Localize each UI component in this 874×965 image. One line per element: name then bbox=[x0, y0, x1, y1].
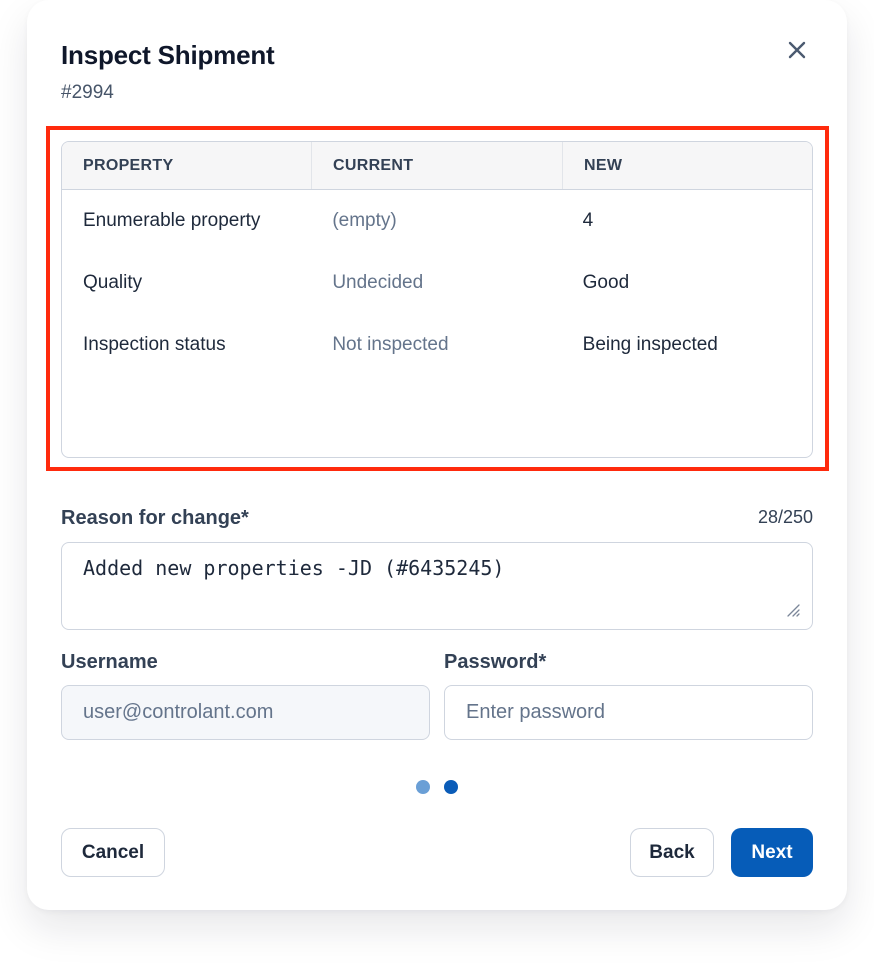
table-row: Inspection status Not inspected Being in… bbox=[62, 314, 812, 376]
password-field[interactable]: Enter password bbox=[444, 685, 813, 740]
table-row: Enumerable property (empty) 4 bbox=[62, 190, 812, 252]
table-row: Quality Undecided Good bbox=[62, 252, 812, 314]
reason-label: Reason for change* bbox=[61, 507, 249, 529]
username-label: Username bbox=[61, 651, 158, 673]
cell-current: (empty) bbox=[332, 210, 397, 231]
cell-property: Enumerable property bbox=[83, 210, 261, 231]
username-field[interactable]: user@controlant.com bbox=[61, 685, 430, 740]
cell-current: Not inspected bbox=[332, 334, 449, 355]
cell-current: Undecided bbox=[332, 272, 424, 293]
step-indicator bbox=[416, 780, 458, 794]
close-button[interactable] bbox=[783, 36, 811, 64]
column-header-current: CURRENT bbox=[312, 142, 563, 189]
cancel-button[interactable]: Cancel bbox=[61, 828, 165, 877]
column-header-property: PROPERTY bbox=[62, 142, 312, 189]
close-icon bbox=[788, 41, 806, 59]
column-header-new: NEW bbox=[584, 156, 623, 174]
cell-new: Good bbox=[582, 272, 630, 293]
table-header: PROPERTY CURRENT NEW bbox=[62, 142, 812, 190]
changes-table: PROPERTY CURRENT NEW Enumerable property… bbox=[61, 141, 813, 458]
shipment-id: #2994 bbox=[61, 82, 114, 103]
table-body: Enumerable property (empty) 4 Quality Un… bbox=[62, 190, 812, 376]
step-dot-2-current bbox=[444, 780, 458, 794]
password-label: Password* bbox=[444, 651, 547, 673]
cell-property: Inspection status bbox=[83, 334, 226, 355]
resize-handle-icon[interactable] bbox=[785, 602, 801, 618]
cell-new: 4 bbox=[582, 210, 594, 231]
inspect-shipment-dialog: Inspect Shipment #2994 PROPERTY CURRENT … bbox=[27, 0, 847, 910]
cell-property: Quality bbox=[83, 272, 143, 293]
character-counter: 28/250 bbox=[757, 507, 813, 527]
next-button[interactable]: Next bbox=[731, 828, 813, 877]
dialog-title: Inspect Shipment bbox=[61, 40, 275, 70]
cell-new: Being inspected bbox=[582, 334, 718, 355]
reason-textarea[interactable]: Added new properties -JD (#6435245) bbox=[61, 542, 813, 630]
step-dot-1 bbox=[416, 780, 430, 794]
back-button[interactable]: Back bbox=[630, 828, 714, 877]
